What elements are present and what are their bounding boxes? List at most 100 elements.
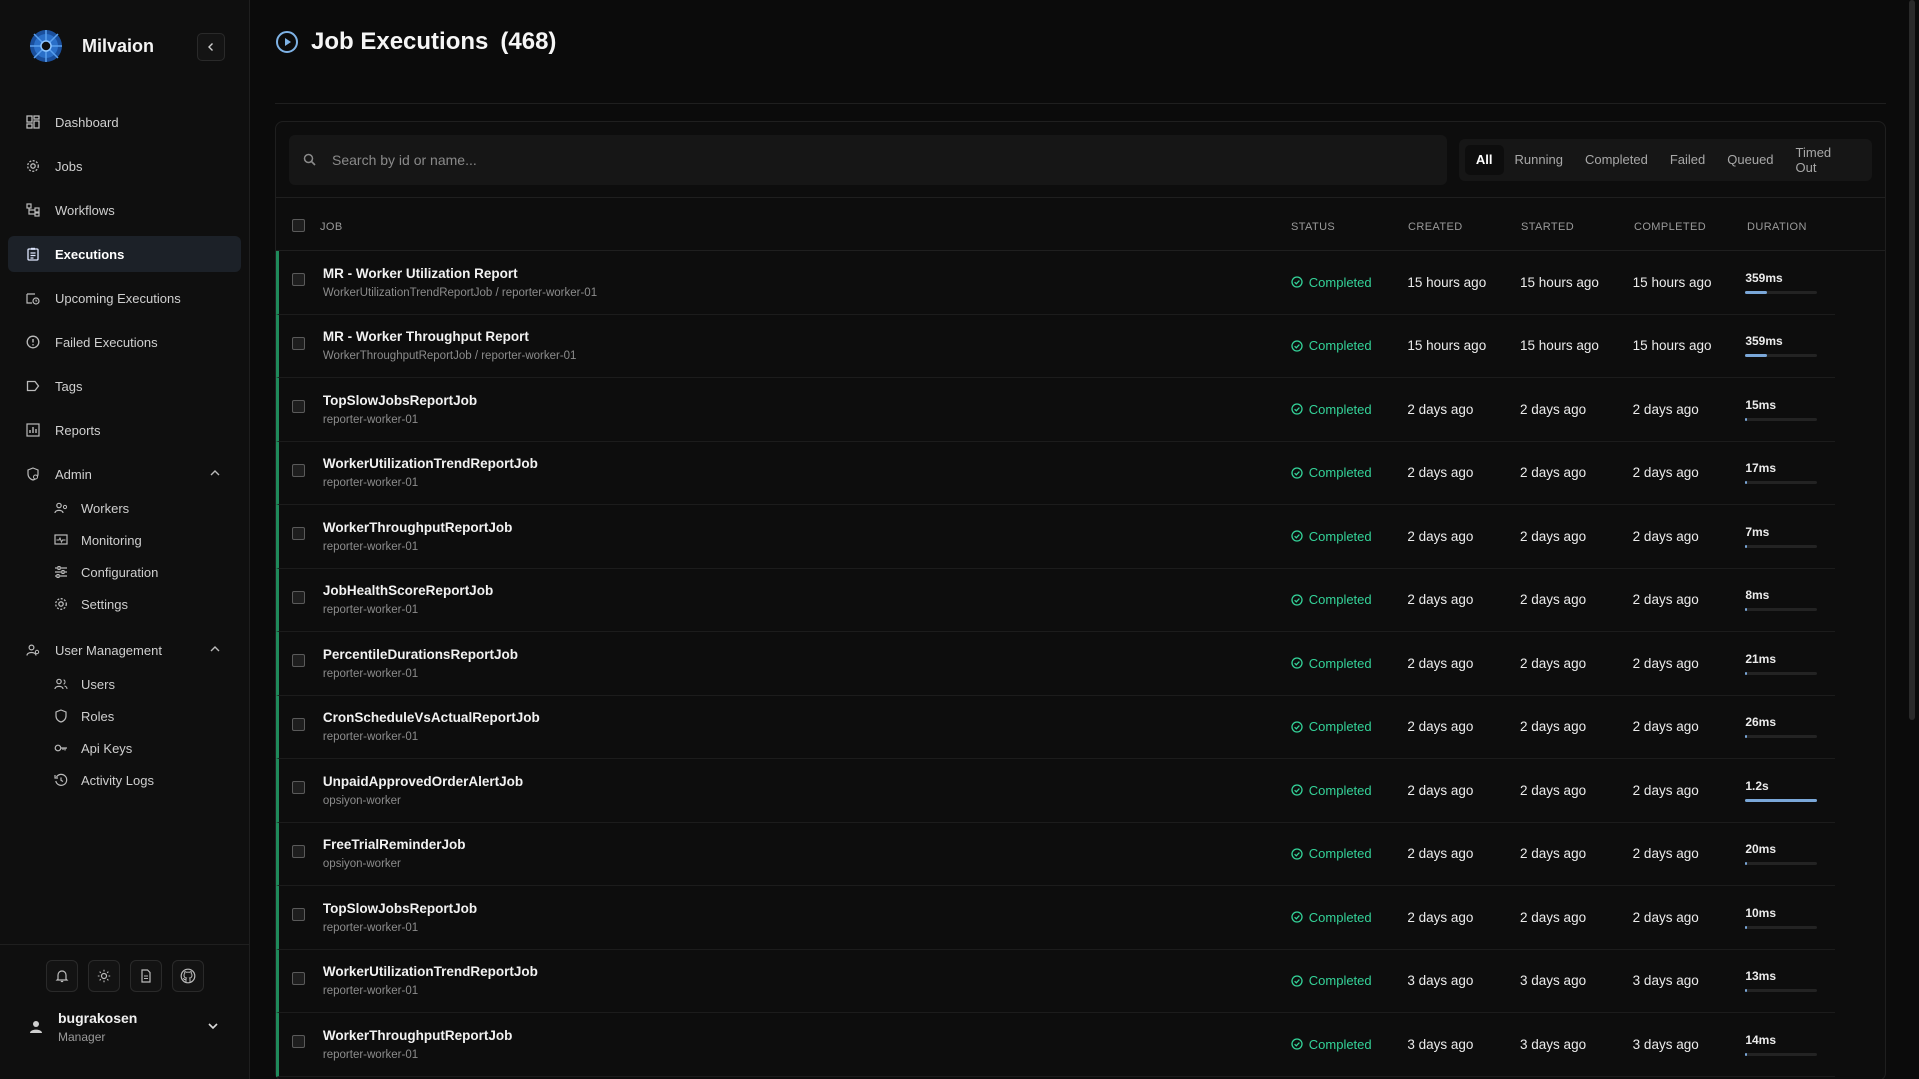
filter-tab-failed[interactable]: Failed	[1659, 145, 1716, 175]
completed-time: 2 days ago	[1632, 528, 1699, 544]
duration-bar-fill	[1745, 481, 1747, 485]
job-name[interactable]: MR - Worker Throughput Report	[323, 329, 1291, 344]
sidebar-item-activity-logs[interactable]: Activity Logs	[8, 764, 241, 796]
column-header-completed[interactable]: COMPLETED	[1634, 221, 1747, 233]
row-checkbox[interactable]	[292, 1035, 305, 1049]
row-checkbox[interactable]	[292, 717, 305, 731]
column-header-duration[interactable]: DURATION	[1747, 221, 1837, 233]
select-all-checkbox[interactable]	[292, 219, 305, 232]
table-row[interactable]: FreeTrialReminderJob opsiyon-worker Comple…	[276, 822, 1835, 886]
job-name[interactable]: JobHealthScoreReportJob	[323, 583, 1291, 598]
job-name[interactable]: WorkerThroughputReportJob	[323, 1028, 1291, 1043]
check-circle-icon	[1291, 911, 1303, 923]
started-time: 3 days ago	[1520, 973, 1587, 989]
completed-time: 3 days ago	[1632, 973, 1699, 989]
user-menu[interactable]: bugrakosen Manager	[0, 1010, 249, 1044]
completed-time: 3 days ago	[1632, 1036, 1699, 1052]
job-name[interactable]: WorkerThroughputReportJob	[323, 520, 1291, 535]
row-checkbox[interactable]	[292, 971, 305, 985]
table-row[interactable]: UnpaidApprovedOrderAlertJob opsiyon-worke…	[276, 759, 1835, 823]
sidebar-group-label: Admin	[55, 466, 92, 482]
status-text: Completed	[1308, 655, 1372, 671]
sidebar-item-workflows[interactable]: Workflows	[8, 192, 241, 228]
row-checkbox[interactable]	[292, 844, 305, 858]
job-name[interactable]: MR - Worker Utilization Report	[323, 266, 1291, 281]
sidebar-item-api-keys[interactable]: Api Keys	[8, 732, 241, 764]
sidebar-item-executions[interactable]: Executions	[8, 236, 241, 272]
duration-cell: 7ms	[1745, 525, 1835, 548]
sidebar-item-upcoming-executions[interactable]: Upcoming Executions	[8, 280, 241, 316]
table-row[interactable]: MR - Worker Utilization Report WorkerUtil…	[276, 251, 1835, 315]
started-time: 2 days ago	[1520, 401, 1587, 417]
created-time: 2 days ago	[1407, 782, 1474, 798]
job-name[interactable]: PercentileDurationsReportJob	[323, 647, 1291, 662]
table-row[interactable]: CronScheduleVsActualReportJob reporter-wo…	[276, 695, 1835, 759]
column-header-job[interactable]: JOB	[320, 221, 1291, 233]
job-name[interactable]: TopSlowJobsReportJob	[323, 901, 1291, 916]
table-row[interactable]: WorkerThroughputReportJob reporter-worker…	[276, 1013, 1835, 1077]
theme-toggle-button[interactable]	[87, 960, 120, 992]
notifications-button[interactable]	[45, 960, 78, 992]
job-worker: WorkerUtilizationTrendReportJob / report…	[322, 286, 598, 299]
sidebar-item-workers[interactable]: Workers	[8, 492, 241, 524]
table-row[interactable]: PercentileDurationsReportJob reporter-wor…	[276, 632, 1835, 696]
created-time: 2 days ago	[1407, 655, 1474, 671]
job-worker: opsiyon-worker	[322, 794, 401, 807]
sidebar-item-configuration[interactable]: Configuration	[8, 556, 241, 588]
job-name[interactable]: FreeTrialReminderJob	[323, 837, 1291, 852]
table-row[interactable]: WorkerThroughputReportJob reporter-worker…	[276, 505, 1835, 569]
duration-cell: 15ms	[1745, 398, 1835, 421]
filter-tab-all[interactable]: All	[1464, 144, 1504, 175]
filter-tab-completed[interactable]: Completed	[1574, 145, 1659, 175]
github-button[interactable]	[171, 960, 204, 992]
docs-button[interactable]	[129, 960, 162, 992]
search-input[interactable]	[332, 151, 1332, 168]
column-header-started[interactable]: STARTED	[1521, 221, 1634, 233]
sidebar-item-jobs[interactable]: Jobs	[8, 148, 241, 184]
column-header-created[interactable]: CREATED	[1408, 221, 1521, 233]
sidebar-item-settings[interactable]: Settings	[8, 588, 241, 620]
row-checkbox[interactable]	[292, 273, 305, 287]
collapse-sidebar-button[interactable]	[197, 33, 225, 61]
sidebar-group-admin[interactable]: Admin	[8, 456, 241, 492]
sidebar-item-tags[interactable]: Tags	[8, 368, 241, 404]
job-name[interactable]: CronScheduleVsActualReportJob	[323, 710, 1291, 725]
table-row[interactable]: WorkerUtilizationTrendReportJob reporter-…	[276, 949, 1835, 1013]
sidebar-group-user-management[interactable]: User Management	[8, 632, 241, 668]
table-row[interactable]: JobHealthScoreReportJob reporter-worker-0…	[276, 568, 1835, 632]
row-checkbox[interactable]	[292, 908, 305, 922]
table-row[interactable]: MR - Worker Throughput Report WorkerThrou…	[276, 314, 1835, 378]
filter-tab-timed-out[interactable]: Timed Out	[1785, 145, 1866, 175]
toolbar: AllRunningCompletedFailedQueuedTimed Out	[276, 122, 1885, 198]
job-name[interactable]: UnpaidApprovedOrderAlertJob	[323, 774, 1291, 789]
sidebar-item-monitoring[interactable]: Monitoring	[8, 524, 241, 556]
row-checkbox[interactable]	[292, 400, 305, 414]
duration-text: 8ms	[1745, 588, 1770, 603]
sidebar-item-reports[interactable]: Reports	[8, 412, 241, 448]
column-header-status[interactable]: STATUS	[1291, 221, 1408, 233]
page-scrollbar[interactable]	[1909, 0, 1915, 720]
sidebar-item-dashboard[interactable]: Dashboard	[8, 104, 241, 140]
table-row[interactable]: WorkerUtilizationTrendReportJob reporter-…	[276, 441, 1835, 505]
row-checkbox[interactable]	[292, 590, 305, 604]
row-checkbox[interactable]	[292, 781, 305, 795]
table-row[interactable]: TopSlowJobsReportJob reporter-worker-01 Co…	[276, 378, 1835, 442]
job-worker: reporter-worker-01	[322, 1048, 419, 1061]
check-circle-icon	[1291, 975, 1303, 987]
row-checkbox[interactable]	[292, 336, 305, 350]
table-row[interactable]: TopSlowJobsReportJob reporter-worker-01 Co…	[276, 886, 1835, 950]
row-checkbox[interactable]	[292, 527, 305, 541]
duration-text: 13ms	[1745, 969, 1777, 984]
row-checkbox[interactable]	[292, 463, 305, 477]
job-worker: reporter-worker-01	[322, 921, 419, 934]
job-name[interactable]: TopSlowJobsReportJob	[323, 393, 1291, 408]
sidebar-item-failed-executions[interactable]: Failed Executions	[8, 324, 241, 360]
user-name: bugrakosen	[58, 1010, 138, 1026]
sidebar-item-roles[interactable]: Roles	[8, 700, 241, 732]
filter-tab-running[interactable]: Running	[1504, 145, 1574, 175]
row-checkbox[interactable]	[292, 654, 305, 668]
job-name[interactable]: WorkerUtilizationTrendReportJob	[323, 456, 1291, 471]
job-name[interactable]: WorkerUtilizationTrendReportJob	[323, 964, 1291, 979]
filter-tab-queued[interactable]: Queued	[1716, 145, 1784, 175]
sidebar-item-users[interactable]: Users	[8, 668, 241, 700]
